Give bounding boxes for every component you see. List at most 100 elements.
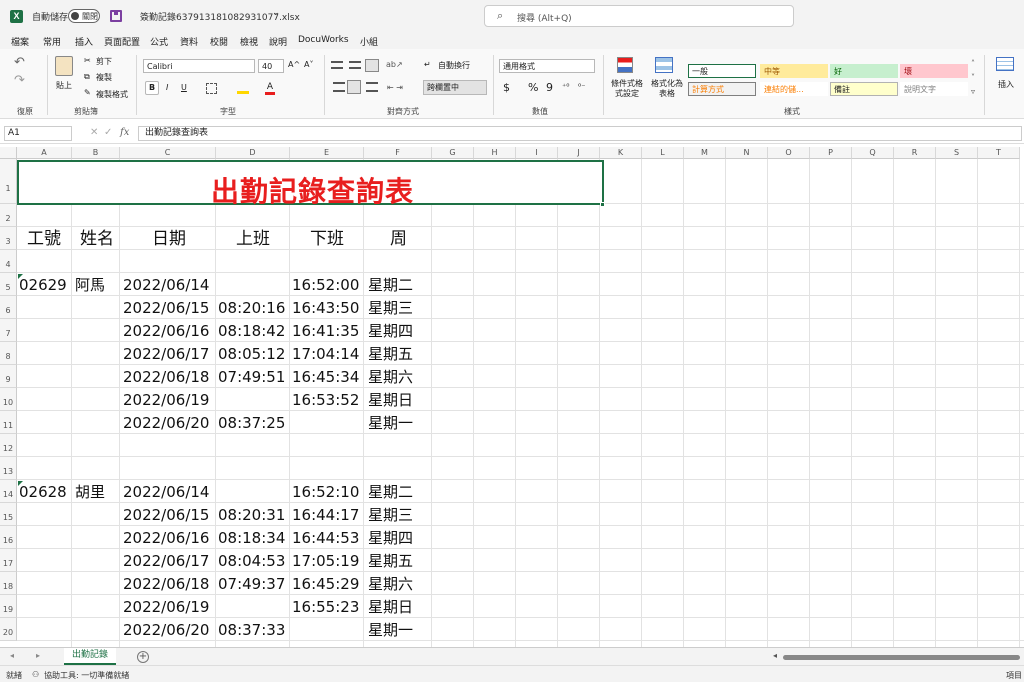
clock-in-cell[interactable]: 08:37:25 [218,415,285,431]
header-cell[interactable]: 上班 [236,230,270,248]
error-indicator-icon[interactable] [18,481,23,486]
date-cell[interactable]: 2022/06/17 [123,346,209,362]
header-cell[interactable]: 日期 [152,230,186,248]
gallery-down-icon[interactable]: ˅ [971,73,975,82]
date-cell[interactable]: 2022/06/15 [123,300,209,316]
row-header-12[interactable]: 12 [0,434,17,457]
function-icon[interactable]: fx [120,127,129,138]
currency-button[interactable]: $ [503,81,510,94]
weekday-cell[interactable]: 星期一 [368,622,413,638]
sheet-tab-attendance[interactable]: 出勤記錄 [64,648,116,665]
conditional-format-button[interactable]: 條件式格式設定 [609,79,645,99]
insert-cells-button[interactable]: 插入 [998,79,1014,90]
tab-formulas[interactable]: 公式 [150,35,168,48]
underline-button[interactable]: U [181,83,187,92]
row-header-7[interactable]: 7 [0,319,17,342]
format-as-table-icon[interactable] [655,57,673,73]
column-header-J[interactable]: J [558,147,600,159]
row-header-5[interactable]: 5 [0,273,17,296]
row-header-11[interactable]: 11 [0,411,17,434]
align-left-icon[interactable] [333,82,345,92]
row-header-19[interactable]: 19 [0,595,17,618]
tab-page-layout[interactable]: 頁面配置 [104,35,140,48]
cell-style-option[interactable]: 說明文字 [900,82,968,96]
italic-button[interactable]: I [166,83,168,92]
align-top-icon[interactable] [331,61,343,69]
format-as-table-button[interactable]: 格式化為表格 [650,79,684,99]
cell-style-option[interactable]: 一般 [688,64,756,78]
date-cell[interactable]: 2022/06/20 [123,622,209,638]
cell-style-option[interactable]: 壞 [900,64,968,78]
align-bottom-icon[interactable] [365,59,379,72]
date-cell[interactable]: 2022/06/17 [123,553,209,569]
weekday-cell[interactable]: 星期六 [368,576,413,592]
accessibility-status[interactable]: 協助工具: 一切準備就緒 [44,670,129,681]
row-header-3[interactable]: 3 [0,227,17,250]
column-header-M[interactable]: M [684,147,726,159]
percent-button[interactable]: % [528,81,538,94]
number-format-select[interactable]: 通用格式 [499,59,595,73]
header-cell[interactable]: 周 [390,230,407,248]
grow-font-button[interactable]: A^ [288,60,300,69]
title-cell-a1[interactable]: 出勤記錄查詢表 [17,160,604,208]
column-header-N[interactable]: N [726,147,768,159]
conditional-format-icon[interactable] [617,57,633,73]
row-header-4[interactable]: 4 [0,250,17,273]
clock-out-cell[interactable]: 16:41:35 [292,323,359,339]
clock-in-cell[interactable]: 08:20:31 [218,507,285,523]
cell-style-option[interactable]: 中等 [760,64,828,78]
column-header-L[interactable]: L [642,147,684,159]
indent-icon[interactable]: ⇤ ⇥ [387,83,403,92]
copy-button[interactable]: 複製 [96,72,112,83]
weekday-cell[interactable]: 星期四 [368,323,413,339]
insert-cells-icon[interactable] [996,57,1014,71]
column-header-H[interactable]: H [474,147,516,159]
scroll-left-icon[interactable]: ◂ [773,651,777,660]
shrink-font-button[interactable]: A˅ [304,60,313,69]
date-cell[interactable]: 2022/06/16 [123,530,209,546]
fill-color-icon[interactable] [237,84,249,94]
weekday-cell[interactable]: 星期五 [368,346,413,362]
column-header-O[interactable]: O [768,147,810,159]
confirm-icon[interactable]: ✓ [104,127,112,138]
horizontal-scrollbar[interactable] [783,655,1020,660]
comma-button[interactable]: 9 [546,81,553,94]
formula-input[interactable]: 出勤記錄查詢表 [138,126,1022,141]
gallery-more-icon[interactable]: ▿ [971,87,975,96]
row-header-10[interactable]: 10 [0,388,17,411]
clock-out-cell[interactable]: 16:43:50 [292,300,359,316]
format-painter-icon[interactable]: ✎ [84,88,91,97]
column-header-T[interactable]: T [978,147,1020,159]
weekday-cell[interactable]: 星期六 [368,369,413,385]
redo-icon[interactable]: ↷ [14,73,25,88]
add-sheet-button[interactable]: + [137,651,149,663]
column-header-S[interactable]: S [936,147,978,159]
row-header-6[interactable]: 6 [0,296,17,319]
column-header-C[interactable]: C [120,147,216,159]
cell-style-option[interactable]: 好 [830,64,898,78]
weekday-cell[interactable]: 星期四 [368,530,413,546]
clock-in-cell[interactable]: 08:20:16 [218,300,285,316]
clock-out-cell[interactable]: 16:44:53 [292,530,359,546]
clock-out-cell[interactable]: 16:52:10 [292,484,359,500]
wrap-text-icon[interactable]: ↵ [424,60,431,69]
clock-in-cell[interactable]: 08:05:12 [218,346,285,362]
date-cell[interactable]: 2022/06/19 [123,392,209,408]
row-header-17[interactable]: 17 [0,549,17,572]
row-header-9[interactable]: 9 [0,365,17,388]
clock-out-cell[interactable]: 16:53:52 [292,392,359,408]
wrap-text-button[interactable]: 自動換行 [438,60,470,71]
date-cell[interactable]: 2022/06/15 [123,507,209,523]
clock-out-cell[interactable]: 16:45:34 [292,369,359,385]
align-right-icon[interactable] [366,82,378,92]
weekday-cell[interactable]: 星期三 [368,507,413,523]
format-painter-button[interactable]: 複製格式 [96,89,128,100]
bold-button[interactable]: B [145,81,159,95]
gallery-up-icon[interactable]: ˄ [971,59,975,68]
merge-center-button[interactable]: 跨欄置中 [423,80,487,95]
cut-icon[interactable]: ✂ [84,56,91,65]
fill-handle[interactable] [600,202,605,207]
header-cell[interactable]: 姓名 [80,230,114,248]
tab-docuworks[interactable]: DocuWorks [298,35,349,45]
row-header-18[interactable]: 18 [0,572,17,595]
